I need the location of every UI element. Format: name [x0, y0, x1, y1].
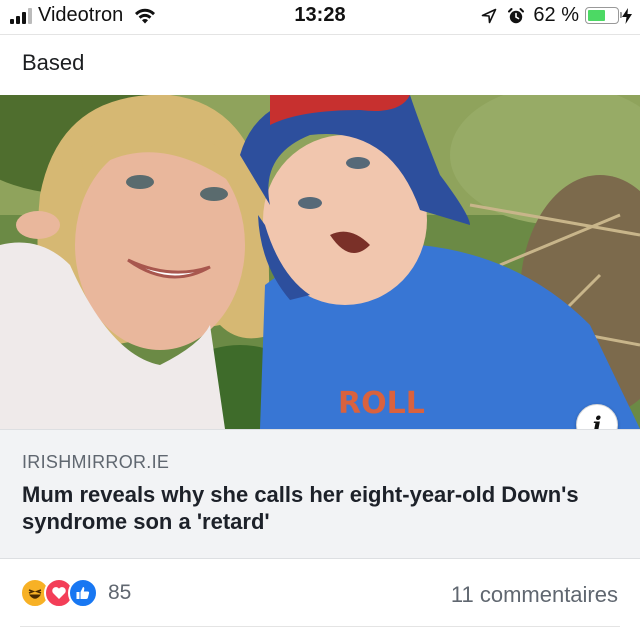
location-arrow-icon [482, 8, 497, 23]
alarm-icon [508, 7, 525, 23]
footer-divider [20, 626, 620, 627]
status-bar: Videotron 13:28 62 % [0, 0, 640, 34]
link-preview-image[interactable]: ROLL [0, 95, 640, 429]
status-divider [0, 34, 640, 35]
battery-icon [585, 7, 622, 24]
reactions-summary[interactable]: 85 [20, 578, 131, 608]
like-icon [68, 578, 98, 608]
link-title[interactable]: Mum reveals why she calls her eight-year… [22, 481, 612, 535]
link-domain: IRISHMIRROR.IE [22, 452, 170, 472]
charging-bolt-icon [622, 7, 632, 24]
post-text: Based [22, 50, 85, 75]
link-preview-card[interactable]: ROLL i IRISHMIRROR.IE Mum reveals why sh… [0, 95, 640, 559]
comments-link[interactable]: 11 commentaires [451, 582, 618, 608]
preview-photo: ROLL [0, 95, 640, 429]
reaction-count: 85 [108, 581, 132, 604]
link-meta[interactable]: IRISHMIRROR.IE Mum reveals why she calls… [0, 429, 640, 559]
shirt-print: ROLL [338, 386, 425, 421]
status-right: 62 % [481, 4, 632, 27]
battery-percentage: 62 % [533, 4, 579, 26]
